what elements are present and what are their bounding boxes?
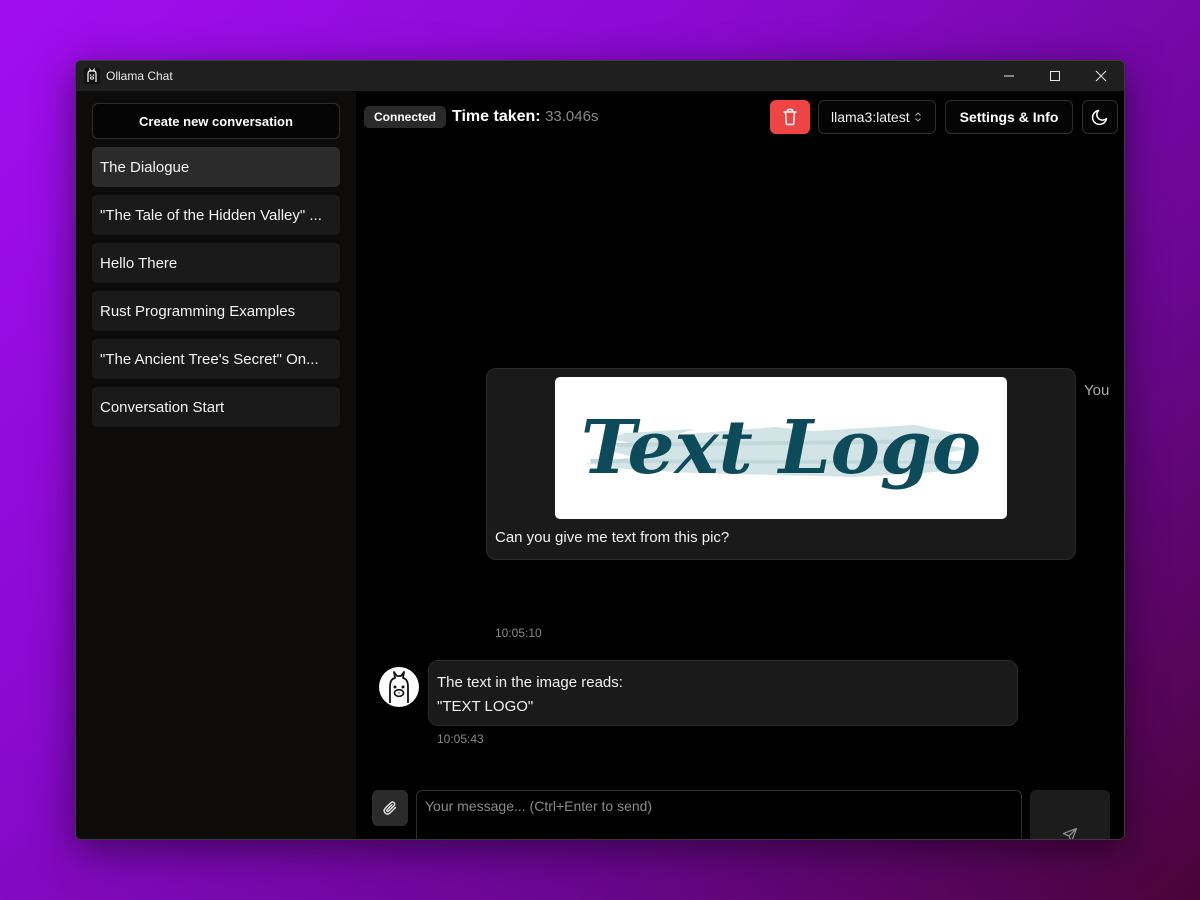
connection-status-badge: Connected: [364, 106, 447, 128]
settings-info-button[interactable]: Settings & Info: [945, 100, 1073, 134]
conversation-label: Conversation Start: [100, 398, 225, 416]
message-timestamp: 10:05:10: [495, 626, 542, 640]
conversation-item[interactable]: The Dialogue: [92, 147, 340, 187]
chat-main: Connected Time taken: 33.046s llama3:lat…: [356, 91, 1124, 839]
send-button[interactable]: [1030, 790, 1110, 839]
chevron-updown-icon: [914, 112, 921, 122]
attach-file-button[interactable]: [372, 790, 408, 826]
minimize-button[interactable]: [986, 61, 1032, 91]
conversation-item[interactable]: "The Tale of the Hidden Valley" ...: [92, 195, 340, 235]
assistant-message-line: The text in the image reads:: [437, 674, 623, 691]
time-taken: Time taken: 33.046s: [452, 107, 598, 127]
image-logo-text: Text Logo: [581, 405, 981, 491]
trash-icon: [783, 108, 797, 126]
window-title: Ollama Chat: [106, 69, 173, 83]
conversation-label: Rust Programming Examples: [100, 302, 296, 320]
attached-image[interactable]: Text Logo: [555, 377, 1007, 519]
conversation-label: Hello There: [100, 254, 178, 272]
message-timestamp: 10:05:43: [437, 732, 484, 746]
user-message-text: Can you give me text from this pic?: [495, 529, 730, 546]
app-window: Ollama Chat Create new conversation The …: [75, 60, 1125, 840]
moon-icon: [1091, 109, 1108, 126]
assistant-message-line: "TEXT LOGO": [437, 698, 534, 715]
llama-app-icon: [84, 68, 100, 84]
conversation-item[interactable]: "The Ancient Tree's Secret" On...: [92, 339, 340, 379]
maximize-button[interactable]: [1032, 61, 1078, 91]
conversation-item[interactable]: Hello There: [92, 243, 340, 283]
sender-label: You: [1084, 382, 1110, 399]
text-logo-image: Text Logo: [581, 405, 981, 491]
conversation-label: "The Tale of the Hidden Valley" ...: [100, 206, 322, 224]
delete-conversation-button[interactable]: [770, 100, 810, 134]
close-icon: [1095, 70, 1107, 82]
window-controls: [986, 61, 1124, 91]
message-input[interactable]: [416, 790, 1022, 839]
time-taken-value: 33.046s: [545, 108, 599, 125]
close-button[interactable]: [1078, 61, 1124, 91]
send-icon: [1062, 827, 1078, 839]
minimize-icon: [1004, 75, 1014, 77]
user-message-bubble: Text Logo Can you give me text from this…: [486, 368, 1076, 560]
model-select-value: llama3:latest: [831, 109, 910, 125]
create-conversation-button[interactable]: Create new conversation: [92, 103, 340, 139]
sidebar: Create new conversation The Dialogue "Th…: [76, 91, 356, 839]
maximize-icon: [1050, 71, 1060, 81]
llama-avatar-icon: [389, 671, 409, 703]
assistant-avatar: [379, 667, 419, 707]
title-bar: Ollama Chat: [76, 61, 1124, 91]
conversation-label: The Dialogue: [100, 158, 190, 176]
theme-toggle-button[interactable]: [1082, 100, 1118, 134]
assistant-message-bubble: The text in the image reads: "TEXT LOGO": [428, 660, 1018, 726]
time-taken-label: Time taken:: [452, 108, 541, 125]
model-select[interactable]: llama3:latest: [818, 100, 936, 134]
conversation-list: The Dialogue "The Tale of the Hidden Val…: [92, 147, 340, 435]
paperclip-icon: [383, 801, 397, 815]
conversation-item[interactable]: Rust Programming Examples: [92, 291, 340, 331]
conversation-item[interactable]: Conversation Start: [92, 387, 340, 427]
conversation-label: "The Ancient Tree's Secret" On...: [100, 350, 319, 368]
